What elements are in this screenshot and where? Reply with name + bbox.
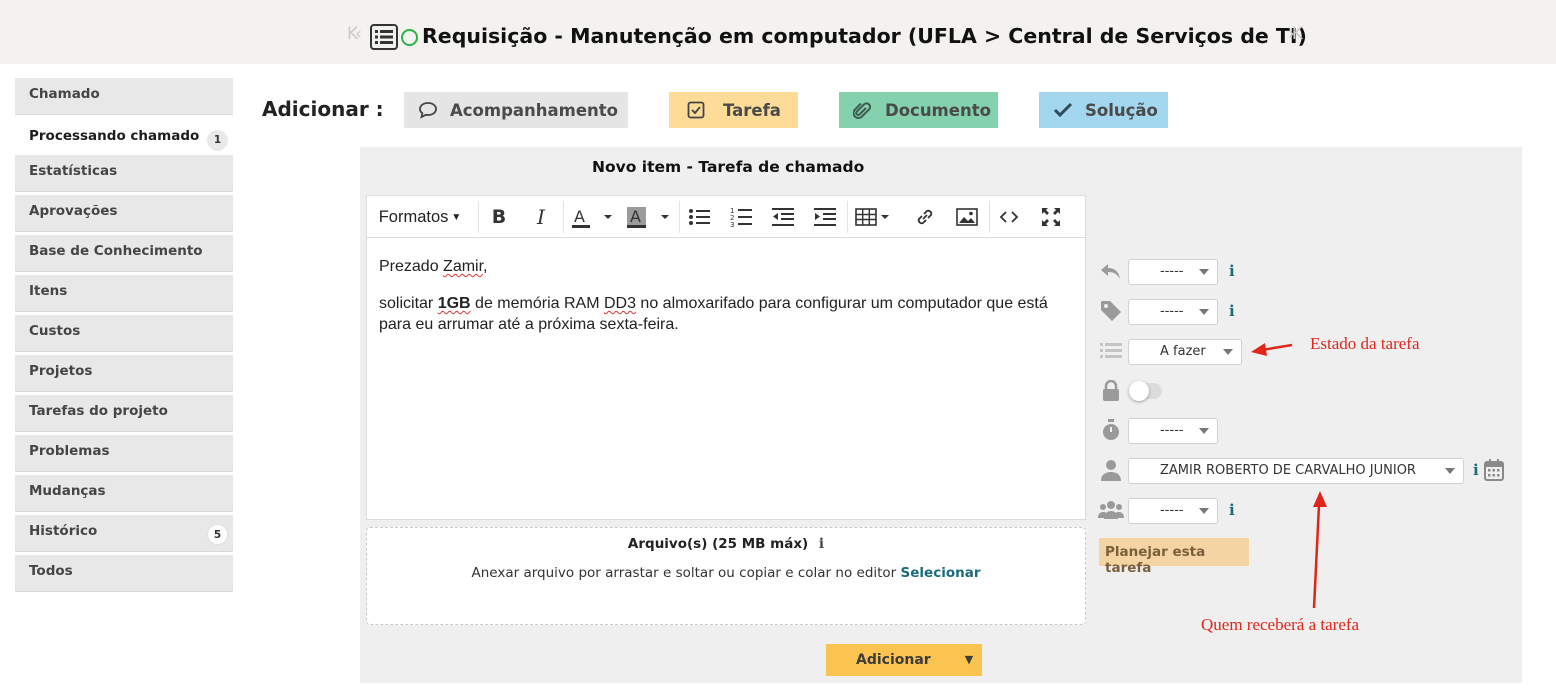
arrow-to-state-icon — [1251, 343, 1293, 356]
arrow-to-user-icon — [1312, 491, 1327, 609]
annotation-state-label: Estado da tarefa — [1310, 334, 1420, 353]
annotation-user-label: Quem receberá a tarefa — [1201, 615, 1360, 634]
